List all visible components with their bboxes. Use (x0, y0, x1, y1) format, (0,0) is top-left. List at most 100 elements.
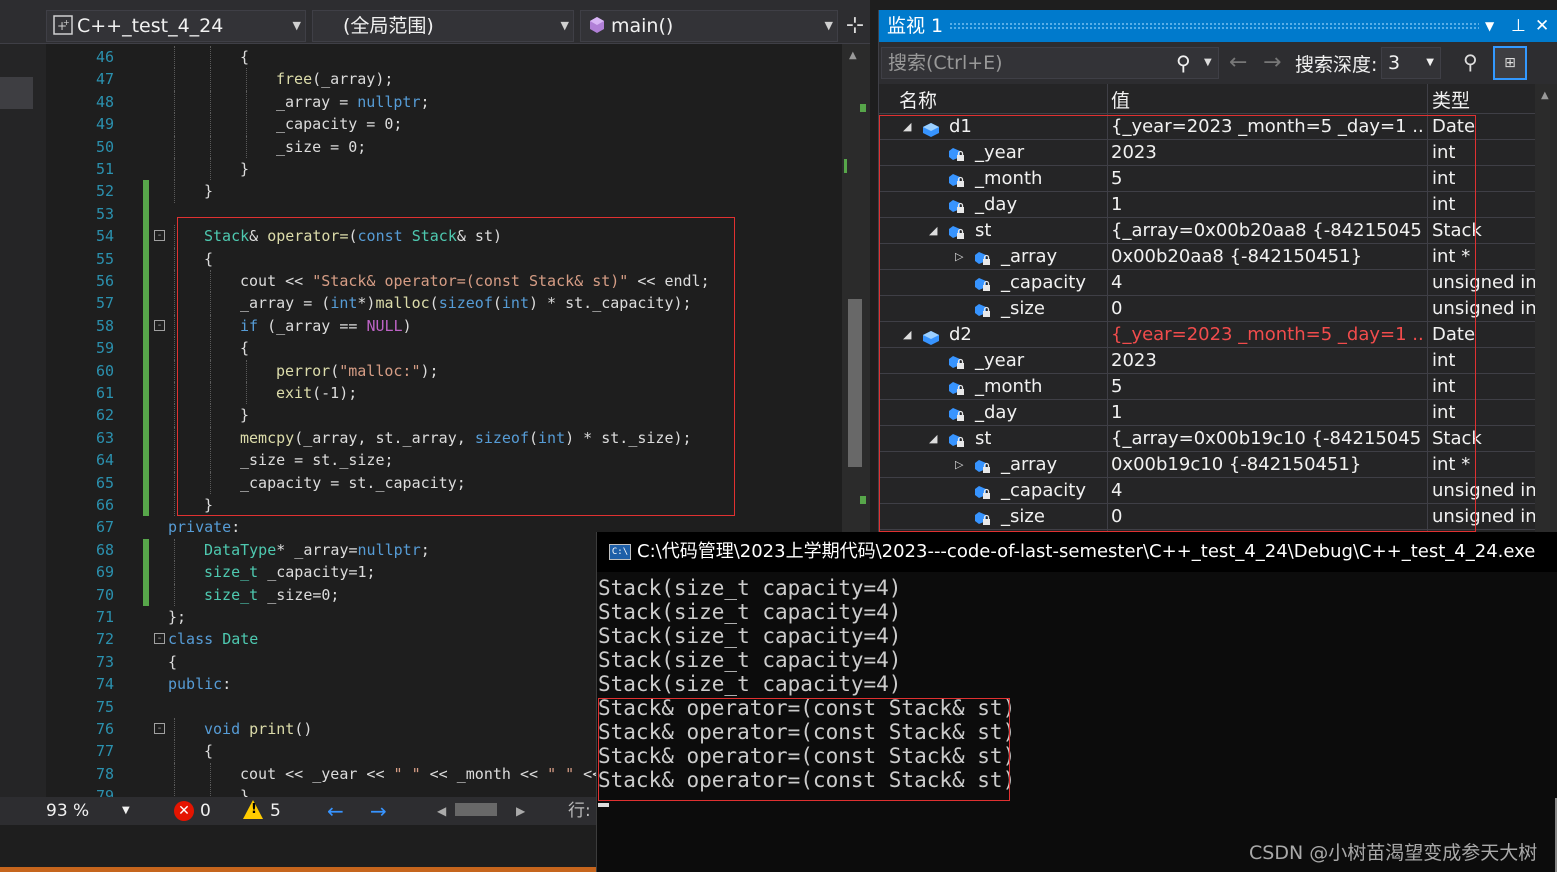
collapse-icon[interactable]: ◢ (929, 426, 937, 451)
watch-value[interactable]: 2023 (1111, 348, 1423, 373)
watch-value[interactable]: 0x00b19c10 {-842150451} (1111, 452, 1423, 477)
watch-row[interactable]: _year 2023 int (879, 348, 1535, 374)
watch-value[interactable]: 1 (1111, 192, 1423, 217)
watch-value[interactable]: 4 (1111, 270, 1423, 295)
pin-icon[interactable]: ⊥ (1511, 10, 1526, 42)
watch-row[interactable]: _size 0 unsigned int (879, 296, 1535, 322)
watch-value[interactable]: 2023 (1111, 140, 1423, 165)
watch-panel[interactable]: 监视 1 ▼ ⊥ ✕ 搜索(Ctrl+E) ⚲ ▼ ← → 搜索深度: 3 ▼ ⚲… (878, 10, 1557, 532)
code-line[interactable]: 46 { (46, 46, 842, 69)
watch-value[interactable]: 0 (1111, 504, 1423, 529)
watch-value[interactable]: {_array=0x00b19c10 {-842150451} _ca... (1111, 426, 1423, 451)
watch-value[interactable]: 1 (1111, 400, 1423, 425)
split-editor-icon[interactable]: ⊹ (842, 12, 868, 40)
code-line[interactable]: 47 free(_array); (46, 68, 842, 91)
watch-row[interactable]: _month 5 int (879, 166, 1535, 192)
watch-row[interactable]: _capacity 4 unsigned int (879, 270, 1535, 296)
error-icon[interactable]: ✕ (174, 801, 194, 821)
scope-combo[interactable]: (全局范围) ▼ (312, 10, 574, 42)
code-line[interactable]: 63 memcpy(_array, st._array, sizeof(int) … (46, 426, 842, 450)
code-line[interactable]: 52} (46, 180, 842, 203)
watch-row[interactable]: ◢ st {_array=0x00b19c10 {-842150451} _ca..… (879, 426, 1535, 452)
arrow-left-icon[interactable]: ← (327, 800, 344, 822)
zoom-select[interactable]: 93 % ▼ (46, 800, 134, 822)
search-next-icon[interactable]: → (1263, 50, 1281, 75)
watch-row[interactable]: _month 5 int (879, 374, 1535, 400)
search-depth-select[interactable]: 3 ▼ (1381, 47, 1441, 79)
column-type[interactable]: 类型 (1432, 86, 1470, 113)
drag-grip[interactable] (949, 22, 1479, 30)
close-icon[interactable]: ✕ (1535, 10, 1549, 42)
console-output[interactable]: Stack(size_t capacity=4) Stack(size_t cap… (598, 576, 1548, 816)
code-line[interactable]: 54 - Stack& operator=(const Stack& st) (46, 225, 842, 248)
member-combo[interactable]: main() ▼ (580, 10, 838, 42)
watch-row[interactable]: _day 1 int (879, 192, 1535, 218)
pin-icon[interactable]: ⚲ (1463, 50, 1478, 74)
watch-title-bar[interactable]: 监视 1 ▼ ⊥ ✕ (879, 10, 1557, 42)
code-line[interactable]: 51} (46, 158, 842, 181)
search-icon[interactable]: ⚲ (1176, 48, 1191, 78)
code-line[interactable]: 61 exit(-1); (46, 382, 842, 405)
code-line[interactable]: 50 _size = 0; (46, 135, 842, 158)
watch-value[interactable]: 0x00b20aa8 {-842150451} (1111, 244, 1423, 269)
watch-row[interactable]: _capacity 4 unsigned int (879, 478, 1535, 504)
code-line[interactable]: 66} (46, 494, 842, 517)
watch-value[interactable]: {_year=2023 _month=5 _day=1 ...} (1111, 114, 1423, 139)
watch-row[interactable]: ▷ _array 0x00b20aa8 {-842150451} int * (879, 244, 1535, 270)
watch-grid[interactable]: ◢ d1 {_year=2023 _month=5 _day=1 ...} Date _… (879, 114, 1557, 532)
chevron-down-icon[interactable]: ▼ (1485, 10, 1494, 42)
expand-icon[interactable]: ▷ (955, 244, 963, 269)
code-line[interactable]: 65 _capacity = st._capacity; (46, 471, 842, 494)
gutter-tab[interactable] (0, 77, 33, 109)
code-line[interactable]: 49 _capacity = 0; (46, 113, 842, 136)
code-line[interactable]: 57 _array = (int*)malloc(sizeof(int) * st… (46, 292, 842, 315)
expand-icon[interactable]: ▷ (955, 452, 963, 477)
console-title-bar[interactable]: C:\ C:\代码管理\2023上学期代码\2023---code-of-las… (597, 532, 1557, 572)
arrow-right-icon[interactable]: → (370, 800, 387, 822)
collapse-icon[interactable]: ◢ (903, 114, 911, 139)
fold-toggle-icon[interactable]: - (154, 723, 165, 734)
watch-value[interactable]: 5 (1111, 374, 1423, 399)
scroll-right-icon[interactable]: ▶ (516, 800, 525, 822)
watch-row[interactable]: _size 0 unsigned int (879, 504, 1535, 530)
watch-value[interactable]: 4 (1111, 478, 1423, 503)
code-line[interactable]: 53 (46, 202, 842, 226)
watch-row[interactable]: ▷ _array 0x00b19c10 {-842150451} int * (879, 452, 1535, 478)
code-line[interactable]: 58 - if (_array == NULL) (46, 314, 842, 338)
scrollbar-thumb[interactable] (848, 299, 862, 467)
watch-row[interactable]: ◢ d2 {_year=2023 _month=5 _day=1 ...} Date (879, 322, 1535, 348)
watch-value[interactable]: 0 (1111, 296, 1423, 321)
code-line[interactable]: 59 { (46, 337, 842, 360)
error-count[interactable]: 0 (200, 800, 211, 822)
search-previous-icon[interactable]: ← (1229, 50, 1247, 75)
watch-row[interactable]: _year 2023 int (879, 140, 1535, 166)
watch-value[interactable]: {_year=2023 _month=5 _day=1 ...} (1111, 322, 1423, 347)
watch-row[interactable]: ◢ d1 {_year=2023 _month=5 _day=1 ...} Date (879, 114, 1535, 140)
column-name[interactable]: 名称 (899, 86, 937, 113)
code-line[interactable]: 60 perror("malloc:"); (46, 359, 842, 382)
project-combo[interactable]: + + C++_test_4_24 ▼ (46, 10, 306, 42)
watch-search-input[interactable]: 搜索(Ctrl+E) ⚲ ▼ (881, 47, 1219, 79)
scroll-left-icon[interactable]: ◀ (437, 800, 446, 822)
code-line[interactable]: 56 cout << "Stack& operator=(const Stack&… (46, 270, 842, 293)
warning-count[interactable]: 5 (270, 800, 281, 822)
watch-vertical-scrollbar[interactable]: ▲ (1535, 84, 1557, 532)
hex-display-icon[interactable]: ⊞ (1493, 46, 1527, 80)
watch-row[interactable]: _day 1 int (879, 400, 1535, 426)
code-line[interactable]: 55 { (46, 247, 842, 270)
collapse-icon[interactable]: ◢ (903, 322, 911, 347)
column-value[interactable]: 值 (1111, 86, 1130, 113)
collapse-icon[interactable]: ◢ (929, 218, 937, 243)
horizontal-scrollbar-thumb[interactable] (455, 803, 497, 816)
watch-value[interactable]: 5 (1111, 166, 1423, 191)
code-line[interactable]: 48 _array = nullptr; (46, 90, 842, 114)
fold-toggle-icon[interactable]: - (154, 633, 165, 645)
console-window[interactable]: C:\ C:\代码管理\2023上学期代码\2023---code-of-las… (596, 532, 1557, 872)
scroll-up-icon[interactable]: ▲ (1541, 90, 1549, 101)
code-line[interactable]: 62} (46, 404, 842, 427)
code-line[interactable]: 64 _size = st._size; (46, 449, 842, 472)
watch-row[interactable]: ◢ st {_array=0x00b20aa8 {-842150451} _ca..… (879, 218, 1535, 244)
fold-toggle-icon[interactable]: - (154, 230, 165, 242)
chevron-down-icon[interactable]: ▼ (1204, 48, 1212, 78)
fold-toggle-icon[interactable]: - (154, 319, 165, 331)
